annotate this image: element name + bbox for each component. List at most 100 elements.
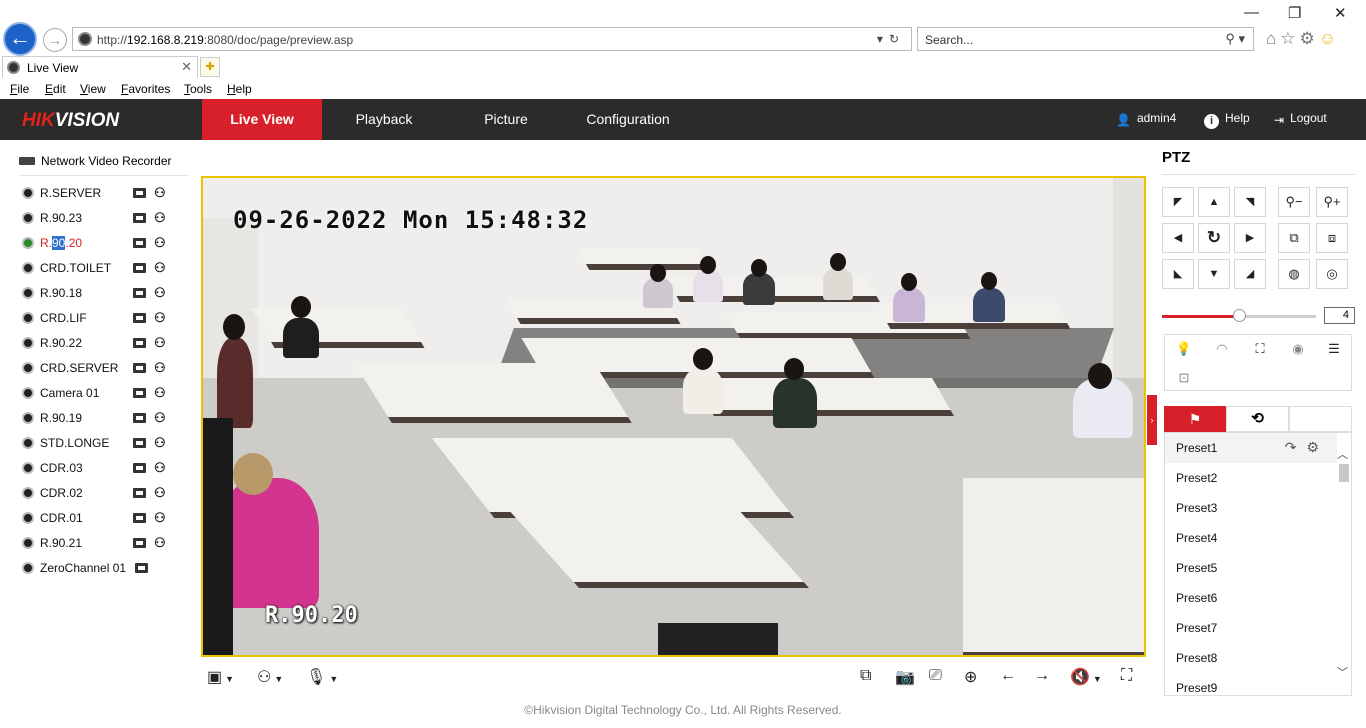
tab-playback[interactable]: Playback (324, 99, 444, 140)
ptz-icon[interactable]: ⚇ (154, 535, 166, 551)
channel-item[interactable]: Camera 01 ⚇ (19, 383, 179, 403)
record-icon[interactable] (133, 288, 146, 298)
channel-item[interactable]: CRD.LIF ⚇ (19, 308, 179, 328)
preset-item[interactable]: Preset7 (1165, 613, 1337, 643)
channel-item[interactable]: R.90.19 ⚇ (19, 408, 179, 428)
new-tab-icon[interactable]: ✚ (200, 57, 220, 77)
ptz-icon[interactable]: ⚇ (154, 460, 166, 476)
preset-item[interactable]: Preset1 ↷⚙ (1165, 433, 1337, 463)
zoom-in-icon[interactable]: ⚲+ (1316, 187, 1348, 217)
ptz-right-icon[interactable]: ▶ (1234, 223, 1266, 253)
user-menu[interactable]: 👤 admin4 (1116, 111, 1176, 127)
channel-item[interactable]: STD.LONGE ⚇ (19, 433, 179, 453)
preset-item[interactable]: Preset6 (1165, 583, 1337, 613)
menu-icon[interactable]: ☰ (1315, 335, 1353, 363)
record-icon[interactable] (133, 313, 146, 323)
channel-item[interactable]: R.90.23 ⚇ (19, 208, 179, 228)
scroll-down-icon[interactable]: ﹀ (1337, 664, 1348, 680)
ptz-down-icon[interactable]: ▼ (1198, 259, 1230, 289)
ptz-icon[interactable]: ⚇ (154, 235, 166, 251)
channel-item[interactable]: R.90.20 ⚇ (19, 233, 179, 253)
ptz-speed-slider[interactable] (1162, 309, 1316, 322)
tab-live-view[interactable]: Live View (202, 99, 322, 140)
search-input[interactable]: Search... (925, 33, 973, 47)
tab-preset[interactable]: ⚑ (1164, 406, 1226, 432)
menu-view[interactable]: View (80, 82, 106, 96)
zoom-out-icon[interactable]: ⚲− (1278, 187, 1310, 217)
minimize-icon[interactable]: — (1244, 4, 1259, 21)
ptz-down-left-icon[interactable]: ◣ (1162, 259, 1194, 289)
address-controls[interactable]: ▾↻ (877, 32, 905, 46)
record-icon[interactable] (133, 463, 146, 473)
record-icon[interactable] (133, 388, 146, 398)
ptz-icon[interactable]: ⚇ (154, 335, 166, 351)
ptz-icon[interactable]: ⚇ (154, 510, 166, 526)
channel-item[interactable]: R.90.21 ⚇ (19, 533, 179, 553)
gear-icon[interactable]: ⚙ (1300, 29, 1319, 48)
home-icon[interactable]: ⌂ (1266, 29, 1280, 48)
record-icon[interactable] (133, 213, 146, 223)
audio-mute-icon[interactable]: 🔇 ▼ (1070, 667, 1102, 687)
collapse-ptz-panel-button[interactable]: › (1147, 395, 1157, 445)
record-icon[interactable] (133, 363, 146, 373)
record-icon[interactable] (133, 188, 146, 198)
light-icon[interactable]: 💡 (1165, 335, 1203, 363)
ptz-icon[interactable]: ⚇ (154, 360, 166, 376)
smiley-icon[interactable]: ☺ (1319, 29, 1340, 48)
ptz-icon[interactable]: ⚇ (154, 285, 166, 301)
preset-item[interactable]: Preset3 (1165, 493, 1337, 523)
preset-item[interactable]: Preset9 (1165, 673, 1337, 695)
window-split-button[interactable]: ▣ ▼ (207, 667, 234, 687)
preset-item[interactable]: Preset5 (1165, 553, 1337, 583)
back-button[interactable]: ← (3, 22, 37, 56)
channel-item[interactable]: CDR.02 ⚇ (19, 483, 179, 503)
record-icon[interactable] (133, 538, 146, 548)
preset-settings-icon[interactable]: ⚙ (1306, 439, 1329, 455)
record-icon[interactable] (133, 413, 146, 423)
focus-far-icon[interactable]: ⧈ (1316, 223, 1348, 253)
manual-track-icon[interactable]: ⊡ (1165, 364, 1203, 392)
stop-all-live-view-icon[interactable]: ⧉ (860, 667, 871, 685)
channel-item[interactable]: R.90.18 ⚇ (19, 283, 179, 303)
preset-item[interactable]: Preset2 (1165, 463, 1337, 493)
tab-configuration[interactable]: Configuration (568, 99, 688, 140)
menu-help[interactable]: Help (227, 82, 252, 96)
search-box[interactable]: Search... ⚲ ▾ (917, 27, 1254, 51)
record-icon[interactable] (135, 563, 148, 573)
address-bar[interactable]: http://192.168.8.219:8080/doc/page/previ… (72, 27, 912, 51)
focus-near-icon[interactable]: ⧉ (1278, 223, 1310, 253)
ptz-icon[interactable]: ⚇ (154, 185, 166, 201)
tab-pattern[interactable] (1289, 406, 1352, 432)
live-video-view[interactable]: 09-26-2022 Mon 15:48:32 R.90.20 (201, 176, 1146, 657)
ptz-icon[interactable]: ⚇ (154, 410, 166, 426)
record-icon[interactable] (133, 488, 146, 498)
ptz-auto-scan-icon[interactable]: ↻ (1198, 223, 1230, 253)
ptz-up-icon[interactable]: ▲ (1198, 187, 1230, 217)
channel-item[interactable]: ZeroChannel 01 (19, 558, 179, 578)
ptz-icon[interactable]: ⚇ (154, 310, 166, 326)
ptz-icon[interactable]: ⚇ (154, 385, 166, 401)
channel-item[interactable]: R.90.22 ⚇ (19, 333, 179, 353)
channel-item[interactable]: CDR.01 ⚇ (19, 508, 179, 528)
call-preset-icon[interactable]: ↷ (1285, 439, 1307, 455)
menu-file[interactable]: File (10, 82, 29, 96)
record-icon[interactable]: ⎚ (929, 667, 942, 685)
record-icon[interactable] (133, 338, 146, 348)
ptz-left-icon[interactable]: ◀ (1162, 223, 1194, 253)
capture-icon[interactable]: 📷 (895, 667, 915, 687)
next-page-icon[interactable]: → (1034, 667, 1050, 685)
digital-zoom-icon[interactable]: ⊕ (964, 667, 977, 687)
preset-item[interactable]: Preset4 (1165, 523, 1337, 553)
ptz-icon[interactable]: ⚇ (154, 485, 166, 501)
lens-init-icon[interactable]: ◉ (1279, 335, 1317, 363)
channel-item[interactable]: CRD.SERVER ⚇ (19, 358, 179, 378)
logout-button[interactable]: ⇥ Logout (1274, 111, 1327, 127)
nvr-root[interactable]: Network Video Recorder (19, 154, 172, 168)
iris-open-icon[interactable]: ◎ (1316, 259, 1348, 289)
preset-item[interactable]: Preset8 (1165, 643, 1337, 673)
ptz-icon[interactable]: ⚇ (154, 435, 166, 451)
fullscreen-icon[interactable]: ⛶ (1121, 667, 1132, 685)
search-icon[interactable]: ⚲ ▾ (1225, 31, 1245, 47)
record-icon[interactable] (133, 438, 146, 448)
tab-patrol[interactable]: ⟲ (1226, 406, 1289, 432)
